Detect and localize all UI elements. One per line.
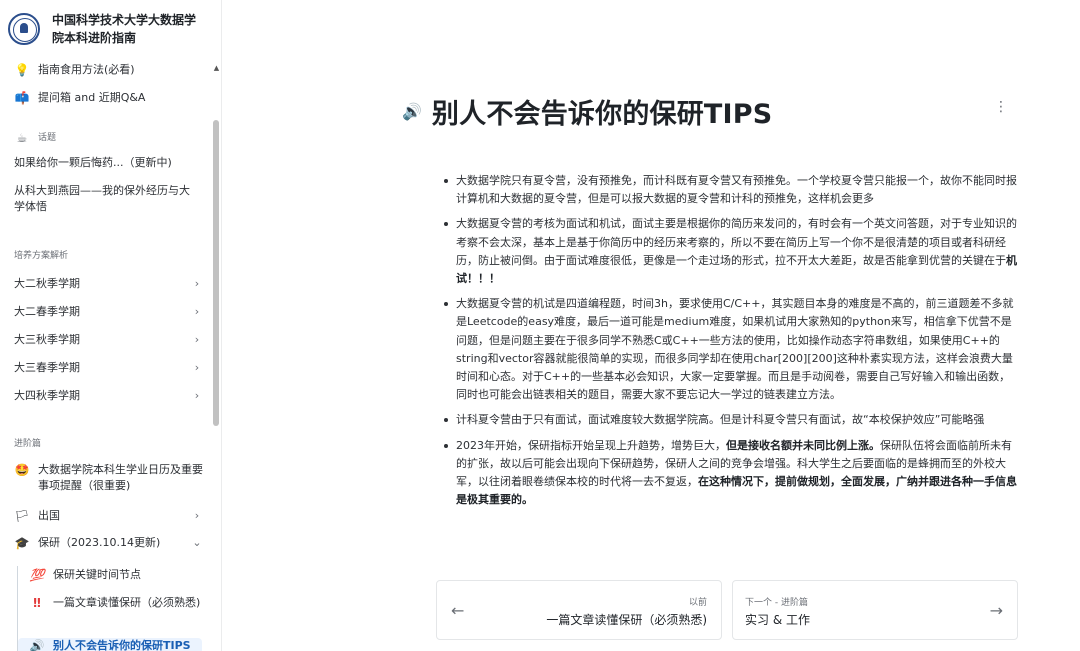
- sidebar-item-y3-fall[interactable]: 大三秋季学期 ›: [14, 332, 204, 348]
- prev-page-title: 一篇文章读懂保研（必须熟悉): [546, 613, 707, 627]
- list-item: 大数据夏令营的考核为面试和机试，面试主要是根据你的简历来发问的，有时会有一个英文…: [444, 215, 1020, 288]
- scrollbar-thumb[interactable]: [213, 120, 219, 426]
- sidebar-scrollbar[interactable]: ▲: [212, 58, 221, 651]
- sidebar-item-baoyan-tips[interactable]: 🔊 别人不会告诉你的保研TIPS: [18, 638, 202, 651]
- section-advanced: 进阶篇: [14, 439, 42, 449]
- main-content: 🔊 别人不会告诉你的保研TIPS ⋮ 大数据学院只有夏令营，没有预推免，而计科既…: [222, 0, 1080, 651]
- chevron-down-icon[interactable]: ⌄: [190, 535, 204, 551]
- section-topics: ☕ 话题: [14, 130, 204, 146]
- chevron-right-icon[interactable]: ›: [190, 304, 204, 320]
- prev-page-card[interactable]: ← 以前 一篇文章读懂保研（必须熟悉): [436, 580, 722, 640]
- sidebar-item-qa[interactable]: 📫 提问箱 and 近期Q&A: [14, 90, 204, 106]
- list-item: 2023年开始，保研指标开始呈现上升趋势，增势巨大，但是接收名额并未同比例上涨。…: [444, 437, 1020, 510]
- sidebar-item-baoyan-timeline[interactable]: 💯 保研关键时间节点: [29, 567, 202, 583]
- sidebar-item-baoyan[interactable]: 🎓 保研（2023.10.14更新) ⌄: [14, 535, 204, 551]
- sidebar-item-baoyan-overview[interactable]: ‼ 一篇文章读懂保研（必须熟悉): [29, 595, 202, 611]
- sidebar-item-y3-spring[interactable]: 大三春季学期 ›: [14, 360, 204, 376]
- article-body: 大数据学院只有夏令营，没有预推免，而计科既有夏令营又有预推免。一个学校夏令营只能…: [444, 172, 1020, 516]
- prev-page-caption: 以前: [688, 598, 707, 608]
- flag-icon: 🏳: [14, 509, 30, 523]
- hundred-icon: 💯: [29, 568, 45, 582]
- page-title-row: 🔊 别人不会告诉你的保研TIPS: [402, 92, 772, 131]
- coffee-icon: ☕: [16, 131, 28, 145]
- list-item: 大数据学院只有夏令营，没有预推免，而计科既有夏令营又有预推免。一个学校夏令营只能…: [444, 172, 1020, 208]
- scroll-up-icon[interactable]: ▲: [212, 64, 221, 72]
- next-page-title: 实习 & 工作: [745, 613, 810, 627]
- emphasis: 但是接收名额并未同比例上涨。: [726, 438, 880, 452]
- site-title[interactable]: 中国科学技术大学大数据学院本科进阶指南: [52, 11, 202, 47]
- page-title: 别人不会告诉你的保研TIPS: [431, 99, 773, 130]
- sidebar-item-label: 提问箱 and 近期Q&A: [38, 91, 146, 104]
- tips-list: 大数据学院只有夏令营，没有预推免，而计科既有夏令营又有预推免。一个学校夏令营只能…: [444, 172, 1020, 509]
- sidebar-nav: 💡 指南食用方法(必看) 📫 提问箱 and 近期Q&A ☕ 话题 如果给你一颗…: [0, 58, 212, 651]
- sidebar-item-label: 从科大到燕园——我的保外经历与大学体悟: [14, 184, 190, 213]
- tree-guide-line: [17, 566, 18, 651]
- list-item: 大数据夏令营的机试是四道编程题，时间3h，要求使用C/C++，其实题目本身的难度…: [444, 295, 1020, 404]
- sidebar-item-y2-fall[interactable]: 大二秋季学期 ›: [14, 276, 204, 292]
- chevron-right-icon[interactable]: ›: [190, 388, 204, 404]
- speaker-icon: 🔊: [29, 639, 45, 651]
- chevron-right-icon[interactable]: ›: [190, 508, 204, 524]
- sidebar-item-y2-spring[interactable]: 大二春季学期 ›: [14, 304, 204, 320]
- sidebar-item-guide[interactable]: 💡 指南食用方法(必看): [14, 62, 204, 78]
- sidebar-item-regret-pill[interactable]: 如果给你一颗后悔药...（更新中): [14, 155, 204, 171]
- arrow-left-icon: ←: [451, 601, 465, 620]
- chevron-right-icon[interactable]: ›: [190, 360, 204, 376]
- section-training-plan: 培养方案解析: [14, 251, 69, 261]
- sidebar-item-calendar[interactable]: 🤩 大数据学院本科生学业日历及重要事项提醒（很重要): [14, 462, 204, 494]
- sidebar-item-abroad[interactable]: 🏳 出国 ›: [14, 508, 204, 524]
- chevron-right-icon[interactable]: ›: [190, 332, 204, 348]
- next-page-caption: 下一个 - 进阶篇: [745, 598, 808, 608]
- arrow-right-icon: →: [989, 601, 1003, 620]
- chevron-right-icon[interactable]: ›: [190, 276, 204, 292]
- site-brand[interactable]: 中国科学技术大学大数据学院本科进阶指南: [0, 0, 221, 58]
- sidebar-item-ustc-to-pku[interactable]: 从科大到燕园——我的保外经历与大学体悟: [14, 183, 194, 215]
- speaker-icon: 🔊: [402, 102, 422, 121]
- star-eyes-icon: 🤩: [14, 463, 30, 477]
- sidebar-item-label: 如果给你一颗后悔药...（更新中): [14, 156, 172, 169]
- more-options-icon[interactable]: ⋮: [994, 99, 1008, 115]
- lightbulb-icon: 💡: [14, 63, 30, 77]
- graduation-cap-icon: 🎓: [14, 536, 30, 550]
- sidebar-item-label: 指南食用方法(必看): [38, 63, 135, 76]
- sidebar-item-y4-fall[interactable]: 大四秋季学期 ›: [14, 388, 204, 404]
- list-item: 计科夏令营由于只有面试，面试难度较大数据学院高。但是计科夏令营只有面试，故“本校…: [444, 411, 1020, 429]
- double-exclamation-icon: ‼: [33, 596, 41, 610]
- next-page-card[interactable]: 下一个 - 进阶篇 实习 & 工作 →: [732, 580, 1018, 640]
- sidebar: 中国科学技术大学大数据学院本科进阶指南 💡 指南食用方法(必看) 📫 提问箱 a…: [0, 0, 222, 651]
- site-logo: [8, 13, 40, 45]
- mailbox-icon: 📫: [14, 91, 30, 105]
